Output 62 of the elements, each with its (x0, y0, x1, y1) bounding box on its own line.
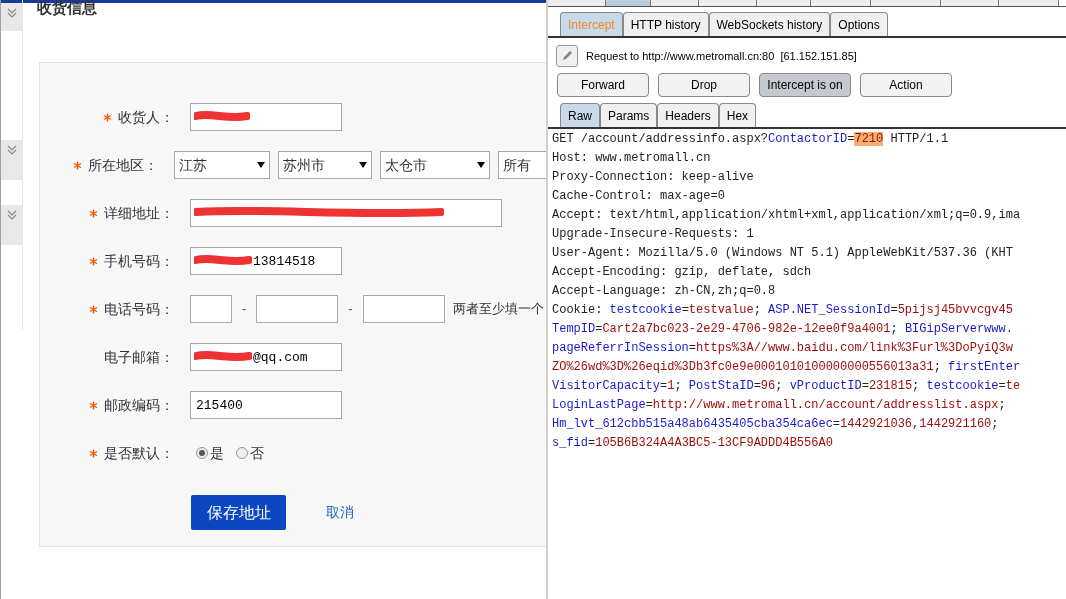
request-line: User-Agent: Mozilla/5.0 (Windows NT 5.1) AppleWebKit/537.36 (KHT (552, 245, 1013, 262)
input-field[interactable]: 215400 (190, 391, 342, 419)
request-line: s_fid=105B6B324A4A3BC5-13CF9ADDD4B556A0 (552, 435, 833, 452)
tab[interactable]: Raw (560, 103, 600, 127)
radio-option[interactable]: 否 (236, 442, 264, 464)
radio-button[interactable] (196, 447, 208, 459)
tab[interactable]: Params (600, 103, 658, 127)
radio-button[interactable] (236, 447, 248, 459)
request-line: ZO%26wd%3D%26eqid%3Db3fc0e9e0001010100000000556013a31; firstEnter (552, 359, 1021, 376)
request-line: pageReferrInSession=https%3A//www.baidu.com/link%3Furl%3DoPyiQ3w (552, 340, 1013, 357)
dropdown[interactable]: 所有 (498, 151, 546, 179)
request-line: GET /account/addressinfo.aspx?ContactorID=7210 HTTP/1.1 (552, 131, 949, 148)
dropdown[interactable]: 江苏 (174, 151, 270, 179)
field-label: 邮政编码： (104, 395, 174, 415)
cancel-link[interactable]: 取消 (326, 502, 354, 523)
action-button[interactable]: Intercept is on (759, 73, 851, 97)
field-label: 手机号码： (104, 251, 174, 271)
action-button[interactable]: Action (860, 73, 952, 97)
input-field[interactable] (362, 295, 445, 323)
section-title: 收货信息 (37, 0, 97, 18)
request-line: Accept-Encoding: gzip, deflate, sdch (552, 264, 812, 281)
request-info: Request to http://www.metromall.cn:80 [61.152.151.85] (586, 48, 857, 64)
caret-icon (257, 162, 265, 168)
request-line: LoginLastPage=http://www.metromall.cn/account/addresslist.aspx; (552, 397, 1006, 414)
caret-icon (477, 162, 485, 168)
field-label: 详细地址： (104, 203, 174, 223)
input-field[interactable] (256, 295, 339, 323)
tab[interactable]: Options (830, 12, 888, 36)
request-line: Upgrade-Insecure-Requests: 1 (552, 226, 754, 243)
field-label: 是否默认： (104, 443, 174, 463)
field-label: 电子邮箱： (104, 347, 174, 367)
separator: - (348, 300, 353, 319)
hint-text: 两者至少填一个 (452, 300, 544, 319)
save-button[interactable]: 保存地址 (191, 495, 286, 530)
edit-icon[interactable] (556, 45, 578, 67)
action-button[interactable]: Forward (557, 73, 649, 97)
request-line: TempID=Cart2a7bc023-2e29-4706-982e-12ee0f9a4001; BIGipServerwww. (552, 321, 1013, 338)
request-line: Accept: text/html,application/xhtml+xml,application/xml;q=0.9,ima (552, 207, 1021, 224)
request-line: Proxy-Connection: keep-alive (552, 169, 754, 186)
collapse-icon[interactable] (1, 3, 23, 31)
tab[interactable]: WebSockets history (708, 12, 831, 36)
dropdown[interactable]: 太仓市 (380, 151, 490, 179)
request-line: Accept-Language: zh-CN,zh;q=0.8 (552, 283, 776, 300)
collapse-icon[interactable] (1, 140, 23, 180)
request-line: Cache-Control: max-age=0 (552, 188, 725, 205)
field-label: 所在地区： (88, 155, 158, 175)
tab[interactable]: Hex (718, 103, 757, 127)
request-line: Cookie: testcookie=testvalue; ASP.NET_SessionId=5pijsj45bvvcgv45 (552, 302, 1013, 319)
action-button[interactable]: Drop (658, 73, 750, 97)
radio-option[interactable]: 是 (196, 442, 224, 464)
separator: - (242, 300, 247, 319)
collapse-icon[interactable] (1, 205, 23, 245)
request-line: Hm_lvt_612cbb515a48ab6435405cba354ca6ec=1442921036,1442921160; (552, 416, 999, 433)
request-line: VisitorCapacity=1; PostStaID=96; vProductID=231815; testcookie=te (552, 378, 1021, 395)
request-line: Host: www.metromall.cn (552, 150, 711, 167)
caret-icon (359, 162, 367, 168)
tab[interactable]: HTTP history (622, 12, 709, 36)
field-label: 电话号码： (104, 299, 174, 319)
field-label: 收货人： (118, 107, 174, 127)
dropdown[interactable]: 苏州市 (278, 151, 372, 179)
input-field[interactable] (190, 295, 232, 323)
tab[interactable]: Headers (657, 103, 719, 127)
